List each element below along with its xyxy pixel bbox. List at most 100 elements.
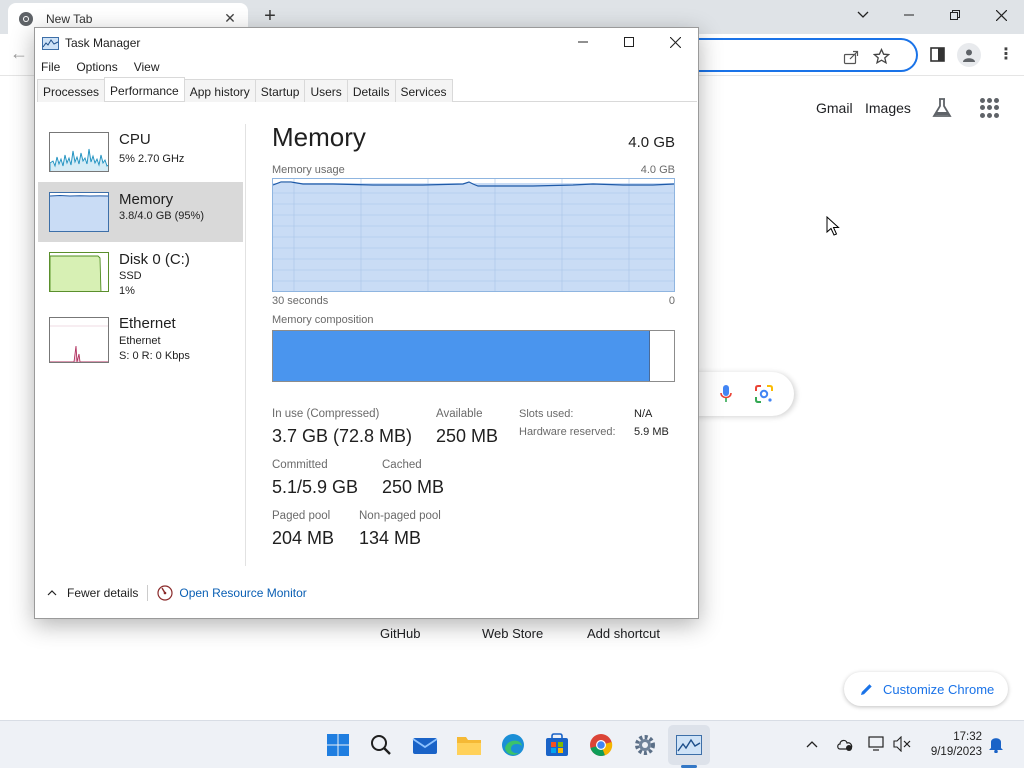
task-manager-tabs: Processes Performance App history Startu… bbox=[37, 77, 697, 102]
resource-list: CPU 5% 2.70 GHz Memory 3.8/4.0 GB (95%) bbox=[38, 122, 243, 368]
resource-monitor-icon bbox=[157, 585, 173, 601]
clock-time: 17:32 bbox=[953, 731, 982, 743]
tab-details[interactable]: Details bbox=[346, 79, 396, 102]
speaker-muted-icon[interactable] bbox=[893, 735, 911, 753]
voice-search-icon[interactable] bbox=[719, 384, 733, 404]
panel-divider bbox=[245, 124, 246, 566]
task-manager-title: Task Manager bbox=[65, 36, 141, 50]
customize-chrome-label: Customize Chrome bbox=[883, 681, 995, 697]
search-box[interactable] bbox=[690, 372, 794, 416]
fewer-details-link[interactable]: Fewer details bbox=[67, 586, 138, 600]
tab-search-icon[interactable] bbox=[840, 0, 886, 30]
new-tab-button[interactable]: + bbox=[258, 5, 282, 29]
shortcut-github[interactable]: GitHub bbox=[380, 626, 420, 641]
notification-bell-icon[interactable] bbox=[987, 735, 1005, 753]
resource-name-memory: Memory bbox=[119, 191, 174, 208]
shortcut-web-store[interactable]: Web Store bbox=[482, 626, 543, 641]
open-resource-monitor-link[interactable]: Open Resource Monitor bbox=[179, 586, 306, 600]
search-icon[interactable] bbox=[367, 731, 395, 759]
resource-detail-ethernet-throughput: S: 0 R: 0 Kbps bbox=[119, 350, 190, 362]
display-icon[interactable] bbox=[868, 735, 886, 753]
back-arrow-icon[interactable]: ← bbox=[10, 43, 28, 64]
task-manager-taskbar-icon[interactable] bbox=[675, 731, 703, 759]
resource-name-ethernet: Ethernet bbox=[119, 315, 176, 332]
task-manager-app-icon bbox=[42, 36, 59, 50]
tm-maximize-icon[interactable] bbox=[606, 28, 652, 56]
microsoft-store-icon[interactable] bbox=[543, 731, 571, 759]
stat-available-label: Available bbox=[436, 408, 483, 420]
resource-name-cpu: CPU bbox=[119, 131, 151, 148]
stat-committed-label: Committed bbox=[272, 459, 328, 471]
windows-start-icon[interactable] bbox=[324, 731, 352, 759]
stat-nonpaged-pool-value: 134 MB bbox=[359, 528, 422, 548]
task-manager-menubar: File Options View bbox=[35, 57, 176, 77]
shortcut-add-shortcut[interactable]: Add shortcut bbox=[587, 626, 660, 641]
resource-detail-memory: 3.8/4.0 GB (95%) bbox=[119, 210, 204, 222]
clock-date: 9/19/2023 bbox=[930, 746, 982, 758]
memory-composition-label: Memory composition bbox=[272, 314, 374, 326]
memory-usage-label: Memory usage bbox=[272, 164, 345, 176]
settings-gear-icon[interactable] bbox=[631, 731, 659, 759]
onedrive-cloud-icon[interactable] bbox=[836, 735, 854, 753]
side-panel-icon[interactable] bbox=[930, 47, 945, 62]
close-window-icon[interactable] bbox=[978, 0, 1024, 30]
mail-icon[interactable] bbox=[411, 731, 439, 759]
cpu-thumbnail-graph bbox=[49, 132, 109, 172]
tab-startup[interactable]: Startup bbox=[254, 79, 306, 102]
menu-file[interactable]: File bbox=[41, 57, 67, 77]
menu-view[interactable]: View bbox=[134, 57, 167, 77]
resource-item-cpu[interactable]: CPU 5% 2.70 GHz bbox=[38, 122, 243, 182]
chevron-up-icon[interactable] bbox=[47, 587, 57, 599]
stat-paged-pool-label: Paged pool bbox=[272, 510, 331, 522]
graph-time-span: 30 seconds bbox=[272, 295, 329, 307]
memory-usage-max: 4.0 GB bbox=[640, 164, 675, 176]
tab-services[interactable]: Services bbox=[394, 79, 453, 102]
chrome-icon bbox=[19, 11, 33, 26]
chrome-menu-icon[interactable]: ⋮ bbox=[998, 44, 1014, 64]
edge-browser-icon[interactable] bbox=[499, 731, 527, 759]
detail-total: 4.0 GB bbox=[628, 134, 675, 151]
tab-title: New Tab bbox=[46, 11, 93, 26]
customize-chrome-button[interactable]: Customize Chrome bbox=[844, 672, 1008, 706]
menu-options[interactable]: Options bbox=[76, 57, 124, 77]
graph-time-end: 0 bbox=[668, 295, 675, 307]
taskbar-clock[interactable]: 17:32 9/19/2023 bbox=[918, 730, 982, 760]
tm-close-icon[interactable] bbox=[652, 28, 698, 56]
memory-thumbnail-graph bbox=[49, 192, 109, 232]
stat-paged-pool-value: 204 MB bbox=[272, 528, 335, 548]
google-lens-icon[interactable] bbox=[754, 384, 774, 404]
disk-thumbnail-graph bbox=[49, 252, 109, 292]
tab-processes[interactable]: Processes bbox=[37, 79, 106, 102]
share-icon[interactable] bbox=[843, 49, 859, 65]
tab-performance[interactable]: Performance bbox=[104, 77, 185, 101]
stat-slots-value: N/A bbox=[634, 408, 653, 420]
google-apps-icon[interactable] bbox=[980, 98, 1000, 118]
chrome-taskbar-icon[interactable] bbox=[587, 731, 615, 759]
resource-item-ethernet[interactable]: Ethernet Ethernet S: 0 R: 0 Kbps bbox=[38, 302, 243, 368]
profile-avatar-icon[interactable] bbox=[957, 43, 981, 67]
stat-in-use-value: 3.7 GB (72.8 MB) bbox=[272, 426, 413, 446]
resource-item-disk[interactable]: Disk 0 (C:) SSD 1% bbox=[38, 242, 243, 302]
performance-panel: CPU 5% 2.70 GHz Memory 3.8/4.0 GB (95%) bbox=[35, 102, 698, 572]
memory-usage-graph bbox=[272, 178, 675, 292]
minimize-icon[interactable] bbox=[886, 0, 932, 30]
task-manager-window-controls bbox=[560, 28, 698, 56]
tab-users[interactable]: Users bbox=[304, 79, 348, 102]
tm-minimize-icon[interactable] bbox=[560, 28, 606, 56]
resource-item-memory[interactable]: Memory 3.8/4.0 GB (95%) bbox=[38, 182, 243, 242]
labs-flask-icon[interactable] bbox=[931, 97, 953, 119]
chrome-window-controls bbox=[840, 0, 1024, 34]
close-tab-icon[interactable]: ✕ bbox=[222, 10, 238, 27]
gmail-link[interactable]: Gmail bbox=[816, 100, 853, 116]
chevron-up-tray-icon[interactable] bbox=[803, 735, 821, 753]
resource-name-disk: Disk 0 (C:) bbox=[119, 251, 190, 268]
images-link[interactable]: Images bbox=[865, 100, 911, 116]
resource-detail-disk-type: SSD bbox=[119, 270, 142, 282]
task-manager-titlebar[interactable]: Task Manager bbox=[35, 28, 698, 58]
bookmark-star-icon[interactable] bbox=[873, 48, 890, 65]
stat-nonpaged-pool-label: Non-paged pool bbox=[359, 510, 441, 522]
tab-app-history[interactable]: App history bbox=[183, 79, 256, 102]
restore-icon[interactable] bbox=[932, 0, 978, 30]
stat-hw-reserved-label: Hardware reserved: bbox=[519, 426, 616, 438]
file-explorer-icon[interactable] bbox=[455, 731, 483, 759]
